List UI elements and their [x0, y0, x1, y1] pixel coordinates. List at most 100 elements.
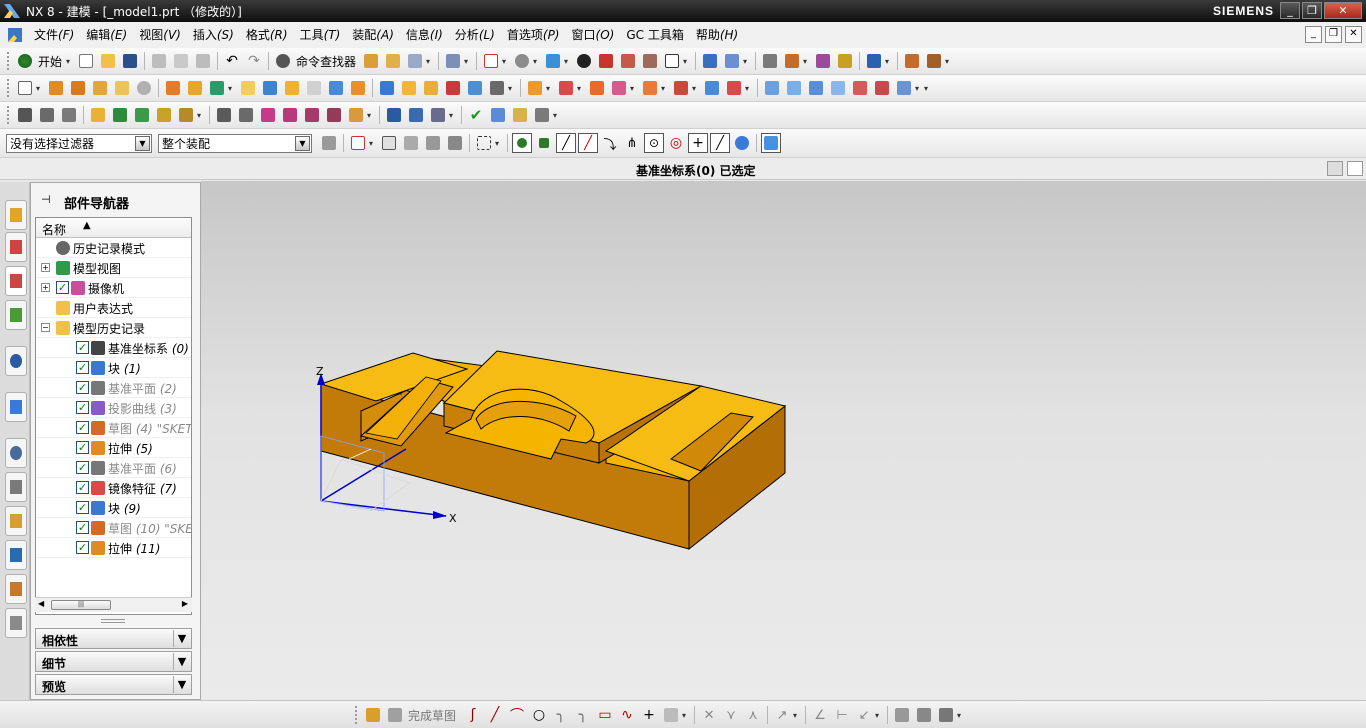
visibility-checkbox[interactable]: ✓ [76, 401, 89, 414]
status-fullscreen-icon[interactable] [1347, 161, 1363, 176]
pocket-icon[interactable] [134, 78, 154, 98]
subtract-icon[interactable] [185, 78, 205, 98]
visibility-checkbox[interactable]: ✓ [76, 341, 89, 354]
tree-node[interactable]: ✓ 投影曲线 (3) [36, 398, 191, 418]
section-analysis-icon[interactable] [532, 105, 552, 125]
combine-dropdown[interactable]: ▾ [228, 84, 235, 93]
information-dropdown[interactable]: ▾ [464, 57, 471, 66]
menu-item-2[interactable]: 视图(V) [133, 25, 187, 45]
arc-center-icon[interactable]: ⊙ [644, 133, 664, 153]
select-tool-icon[interactable] [405, 51, 425, 71]
new-file-icon[interactable] [76, 51, 96, 71]
tree-node[interactable]: + ✓ 摄像机 [36, 278, 191, 298]
point-icon[interactable]: + [639, 705, 659, 725]
menu-item-0[interactable]: 文件(F) [28, 25, 80, 45]
finish-sketch-button[interactable]: 完成草图 [408, 707, 456, 724]
redo-icon[interactable]: ↷ [244, 51, 264, 71]
intersect-icon[interactable] [207, 78, 227, 98]
revolve-icon[interactable] [68, 78, 88, 98]
mid-point-icon[interactable]: ╱ [578, 133, 598, 153]
pattern-dropdown[interactable]: ▾ [546, 84, 553, 93]
compare-parts-icon[interactable] [510, 105, 530, 125]
perpendicular-constraint-icon[interactable] [302, 105, 322, 125]
surface-more-icon[interactable] [894, 78, 914, 98]
resize-face-icon[interactable] [671, 78, 691, 98]
visibility-checkbox[interactable]: ✓ [76, 461, 89, 474]
pattern-feature-icon[interactable] [525, 78, 545, 98]
show-hide-icon[interactable] [700, 51, 720, 71]
arc-icon[interactable]: ⌒ [507, 705, 527, 725]
wcs-dropdown[interactable]: ▾ [803, 57, 810, 66]
tree-node[interactable]: 用户表达式 [36, 298, 191, 318]
toolbar-grip[interactable] [7, 52, 11, 70]
resource-tab-reuse-library[interactable] [5, 300, 27, 330]
menu-item-11[interactable]: GC 工具箱 [620, 25, 690, 45]
offset-region-icon[interactable] [346, 105, 366, 125]
selection-filter-dropdown[interactable]: 没有选择过滤器 ▼ [6, 133, 152, 153]
surface-through-curves-icon[interactable] [762, 78, 782, 98]
sketch-icon[interactable] [15, 78, 35, 98]
menu-item-8[interactable]: 分析(L) [449, 25, 501, 45]
resource-tab-part-navigator[interactable] [5, 266, 27, 296]
snap-point-enable-icon[interactable] [512, 133, 532, 153]
copy-icon[interactable] [171, 51, 191, 71]
mirror-dropdown[interactable]: ▾ [577, 84, 584, 93]
rapid-dimension-icon[interactable]: ↗ [772, 705, 792, 725]
surface-dropdown[interactable]: ▾ [915, 84, 922, 93]
tree-node[interactable]: ✓ 镜像特征 (7) [36, 478, 191, 498]
swept-icon[interactable] [806, 78, 826, 98]
menu-item-3[interactable]: 插入(S) [187, 25, 240, 45]
constraints-dropdown[interactable]: ▾ [875, 711, 882, 720]
existing-point-icon[interactable] [534, 133, 554, 153]
menu-item-4[interactable]: 格式(R) [240, 25, 294, 45]
expressions-icon[interactable] [406, 105, 426, 125]
cone-icon[interactable] [421, 78, 441, 98]
resize-face-dropdown[interactable]: ▾ [692, 84, 699, 93]
menu-item-1[interactable]: 编辑(E) [80, 25, 133, 45]
reference-set-icon[interactable] [88, 105, 108, 125]
alternate-solution-icon[interactable] [892, 705, 912, 725]
fit-view-icon[interactable] [481, 51, 501, 71]
wave-dropdown[interactable]: ▾ [197, 111, 204, 120]
part-family-icon[interactable] [428, 105, 448, 125]
scroll-left-icon[interactable]: ◀ [38, 599, 44, 608]
n-sided-surface-icon[interactable] [828, 78, 848, 98]
circle-icon[interactable]: ○ [529, 705, 549, 725]
layer-stack-icon[interactable] [37, 105, 57, 125]
select-tool-dropdown[interactable]: ▾ [426, 57, 433, 66]
examine-geometry-icon[interactable] [488, 105, 508, 125]
visibility-checkbox[interactable]: ✓ [76, 361, 89, 374]
shaded-edges-icon[interactable] [574, 51, 594, 71]
toolbar-grip[interactable] [355, 706, 359, 724]
resource-tab-system-scenes[interactable] [5, 608, 27, 638]
expand-toggle-icon[interactable]: + [41, 283, 50, 292]
close-button[interactable]: ✕ [1324, 2, 1362, 19]
resource-tab-process-studio[interactable] [5, 506, 27, 536]
curve-rule-icon[interactable] [401, 133, 421, 153]
move-object-dropdown[interactable]: ▾ [743, 57, 750, 66]
background-icon[interactable] [662, 51, 682, 71]
resource-tab-web-browser[interactable] [5, 346, 27, 376]
offset-region-dropdown[interactable]: ▾ [367, 111, 374, 120]
selection-priority-dropdown[interactable]: ▾ [885, 57, 892, 66]
wave-linker-icon[interactable] [176, 105, 196, 125]
horizontal-scrollbar[interactable]: ◀ ||| ▶ [35, 597, 192, 612]
section-dependencies[interactable]: 相依性 ▼ [35, 628, 192, 649]
resource-tab-assembly-navigator[interactable] [5, 200, 27, 230]
rectangle-icon[interactable]: ▭ [595, 705, 615, 725]
stop-at-intersection-icon[interactable] [423, 133, 443, 153]
command-finder-button[interactable]: 命令查找器 [296, 53, 356, 70]
expand-toggle-icon[interactable]: + [41, 263, 50, 272]
move-face-dropdown[interactable]: ▾ [661, 84, 668, 93]
start-dropdown[interactable]: ▾ [66, 57, 73, 66]
inferred-constraints-icon[interactable] [914, 705, 934, 725]
toolbar-grip[interactable] [7, 106, 11, 124]
offset-face-icon[interactable] [348, 78, 368, 98]
section-preview[interactable]: 预览 ▼ [35, 674, 192, 695]
trim-body-icon[interactable] [465, 78, 485, 98]
touch-align-icon[interactable] [236, 105, 256, 125]
tree-node[interactable]: ✓ 草图 (4) "SKET [36, 418, 191, 438]
part-family-dropdown[interactable]: ▾ [449, 111, 456, 120]
follow-fillet-icon[interactable] [445, 133, 465, 153]
snap-icon[interactable] [383, 51, 403, 71]
